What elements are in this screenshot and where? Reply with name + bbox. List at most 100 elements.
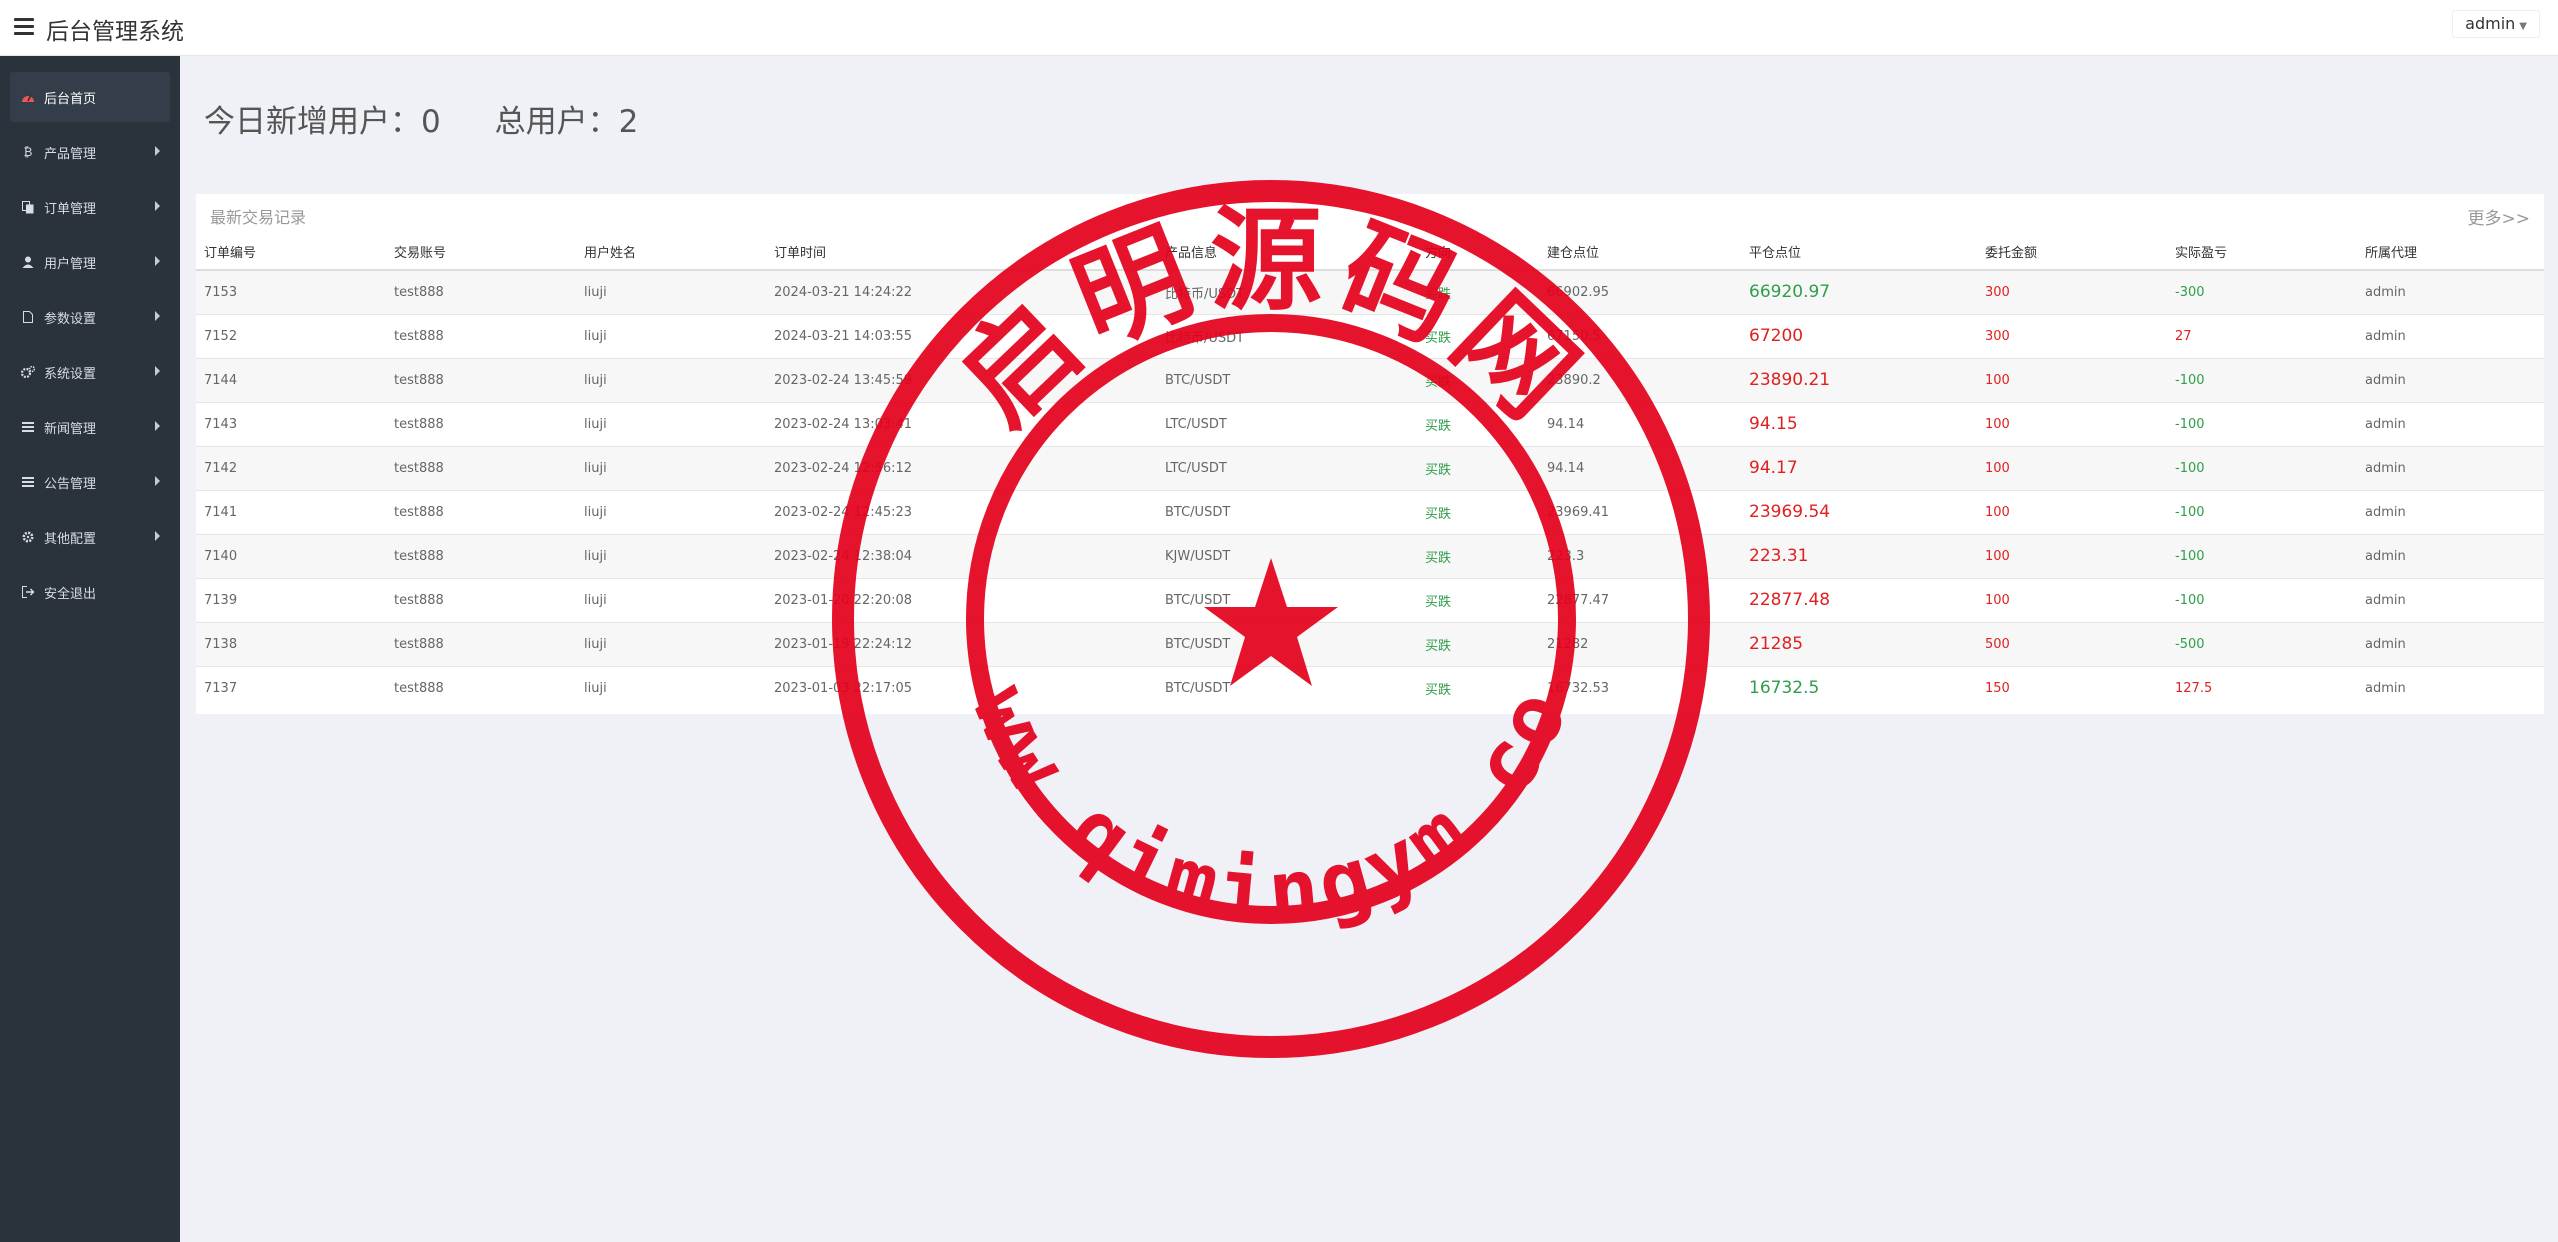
latest-trades-panel: 最新交易记录 更多>> 订单编号 交易账号 用户姓名 订单时间 产品信息 方向 建仓点位 平仓… — [196, 194, 2544, 714]
column-header: 交易账号 — [386, 234, 576, 271]
column-header: 建仓点位 — [1539, 234, 1741, 271]
table-cell: 94.14 — [1539, 445, 1741, 490]
table-row: 7142 test888 liuji 2023-02-24 12:56:12 LTC/U… — [196, 445, 2544, 490]
sidebar-item-users[interactable]: 用户管理 — [10, 237, 170, 287]
table-cell: 7144 — [196, 357, 386, 402]
table-cell: 150 — [1977, 665, 2167, 710]
table-cell: BTC/USDT — [1157, 489, 1417, 534]
table-cell: -100 — [2167, 577, 2357, 622]
table-cell: 223.31 — [1741, 533, 1977, 578]
user-stats: 今日新增用户：0 总用户：2 — [204, 96, 682, 141]
table-cell: KJW/USDT — [1157, 533, 1417, 578]
caret-right-icon — [155, 146, 160, 156]
table-row: 7139 test888 liuji 2023-01-20 22:20:08 BTC/U… — [196, 577, 2544, 622]
sidebar-item-other-config[interactable]: 其他配置 — [10, 512, 170, 562]
table-cell: 300 — [1977, 313, 2167, 358]
table-row: 7138 test888 liuji 2023-01-19 22:24:12 BTC/U… — [196, 621, 2544, 666]
today-new-users: 今日新增用户：0 — [204, 104, 441, 140]
total-users: 总用户：2 — [494, 104, 639, 140]
sidebar-item-parameters[interactable]: 参数设置 — [10, 292, 170, 342]
sidebar-item-label: 安全退出 — [44, 586, 97, 602]
sign-out-icon — [20, 584, 36, 600]
table-cell: 223.3 — [1539, 533, 1741, 578]
table-cell: liuji — [576, 357, 766, 402]
column-header: 平仓点位 — [1741, 234, 1977, 271]
table-cell: 94.14 — [1539, 401, 1741, 446]
sidebar-item-announcements[interactable]: 公告管理 — [10, 457, 170, 507]
table-cell: 100 — [1977, 401, 2167, 446]
table-cell: test888 — [386, 577, 576, 622]
table-cell: liuji — [576, 665, 766, 710]
table-cell: -100 — [2167, 489, 2357, 534]
table-cell: -100 — [2167, 533, 2357, 578]
column-header: 方向 — [1417, 234, 1539, 271]
bitcoin-icon: ₿ — [23, 145, 33, 159]
table-cell: 2023-01-03 22:17:05 — [766, 665, 1157, 710]
sidebar-item-label: 其他配置 — [44, 531, 97, 547]
table-row: 7140 test888 liuji 2023-02-24 12:38:04 KJW/U… — [196, 533, 2544, 578]
table-cell: BTC/USDT — [1157, 577, 1417, 622]
table-cell: admin — [2357, 401, 2544, 446]
table-cell: -100 — [2167, 357, 2357, 402]
table-cell: 22877.48 — [1741, 577, 1977, 622]
table-cell: BTC/USDT — [1157, 665, 1417, 710]
top-bar: 后台管理系统 admin ▼ — [0, 0, 2558, 56]
table-cell: test888 — [386, 357, 576, 402]
user-name: admin — [2465, 14, 2516, 33]
table-cell: admin — [2357, 621, 2544, 666]
table-cell: 买跌 — [1417, 357, 1539, 402]
caret-right-icon — [155, 256, 160, 266]
table-cell: test888 — [386, 621, 576, 666]
table-cell: 7140 — [196, 533, 386, 578]
table-cell: 100 — [1977, 577, 2167, 622]
table-cell: admin — [2357, 665, 2544, 710]
table-cell: admin — [2357, 577, 2544, 622]
table-cell: 100 — [1977, 533, 2167, 578]
sidebar-item-label: 系统设置 — [44, 366, 97, 382]
table-cell: liuji — [576, 533, 766, 578]
table-cell: test888 — [386, 445, 576, 490]
user-dropdown[interactable]: admin ▼ — [2452, 10, 2540, 38]
panel-title: 最新交易记录 — [210, 208, 307, 227]
table-cell: 2023-01-20 22:20:08 — [766, 577, 1157, 622]
table-cell: 23969.54 — [1741, 489, 1977, 534]
table-cell: 7152 — [196, 313, 386, 358]
table-cell: 2024-03-21 14:24:22 — [766, 269, 1157, 314]
caret-right-icon — [155, 476, 160, 486]
column-header: 委托金额 — [1977, 234, 2167, 271]
table-cell: 27 — [2167, 313, 2357, 358]
sidebar-item-news[interactable]: 新闻管理 — [10, 402, 170, 452]
sidebar-item-logout[interactable]: 安全退出 — [10, 567, 170, 617]
table-cell: 7138 — [196, 621, 386, 666]
table-row: 7144 test888 liuji 2023-02-24 13:45:59 BTC/U… — [196, 357, 2544, 402]
table-cell: -100 — [2167, 401, 2357, 446]
sidebar-item-label: 新闻管理 — [44, 421, 97, 437]
table-cell: 16732.5 — [1741, 665, 1977, 710]
list-icon — [20, 419, 36, 435]
sidebar-item-products[interactable]: ₿ 产品管理 — [10, 127, 170, 177]
caret-down-icon: ▼ — [2519, 21, 2527, 32]
dashboard-icon — [20, 89, 36, 105]
sidebar-item-system-settings[interactable]: 系统设置 — [10, 347, 170, 397]
sidebar-item-label: 公告管理 — [44, 476, 97, 492]
sidebar-item-label: 订单管理 — [44, 201, 97, 217]
table-cell: admin — [2357, 269, 2544, 314]
table-cell: 7142 — [196, 445, 386, 490]
sidebar-item-label: 产品管理 — [44, 146, 97, 162]
table-cell: 买跌 — [1417, 665, 1539, 710]
table-cell: 买跌 — [1417, 489, 1539, 534]
sidebar-item-home[interactable]: 后台首页 — [10, 72, 170, 122]
table-cell: 500 — [1977, 621, 2167, 666]
column-header: 所属代理 — [2357, 234, 2544, 271]
table-cell: test888 — [386, 665, 576, 710]
hamburger-menu-icon[interactable] — [14, 18, 34, 36]
table-row: 7137 test888 liuji 2023-01-03 22:17:05 BTC/U… — [196, 665, 2544, 710]
gear-icon — [20, 529, 36, 545]
column-header: 订单编号 — [196, 234, 386, 271]
more-link[interactable]: 更多>> — [2468, 204, 2531, 229]
table-cell: 7153 — [196, 269, 386, 314]
sidebar-item-orders[interactable]: 订单管理 — [10, 182, 170, 232]
table-cell: test888 — [386, 269, 576, 314]
user-icon — [20, 254, 36, 270]
table-cell: liuji — [576, 269, 766, 314]
